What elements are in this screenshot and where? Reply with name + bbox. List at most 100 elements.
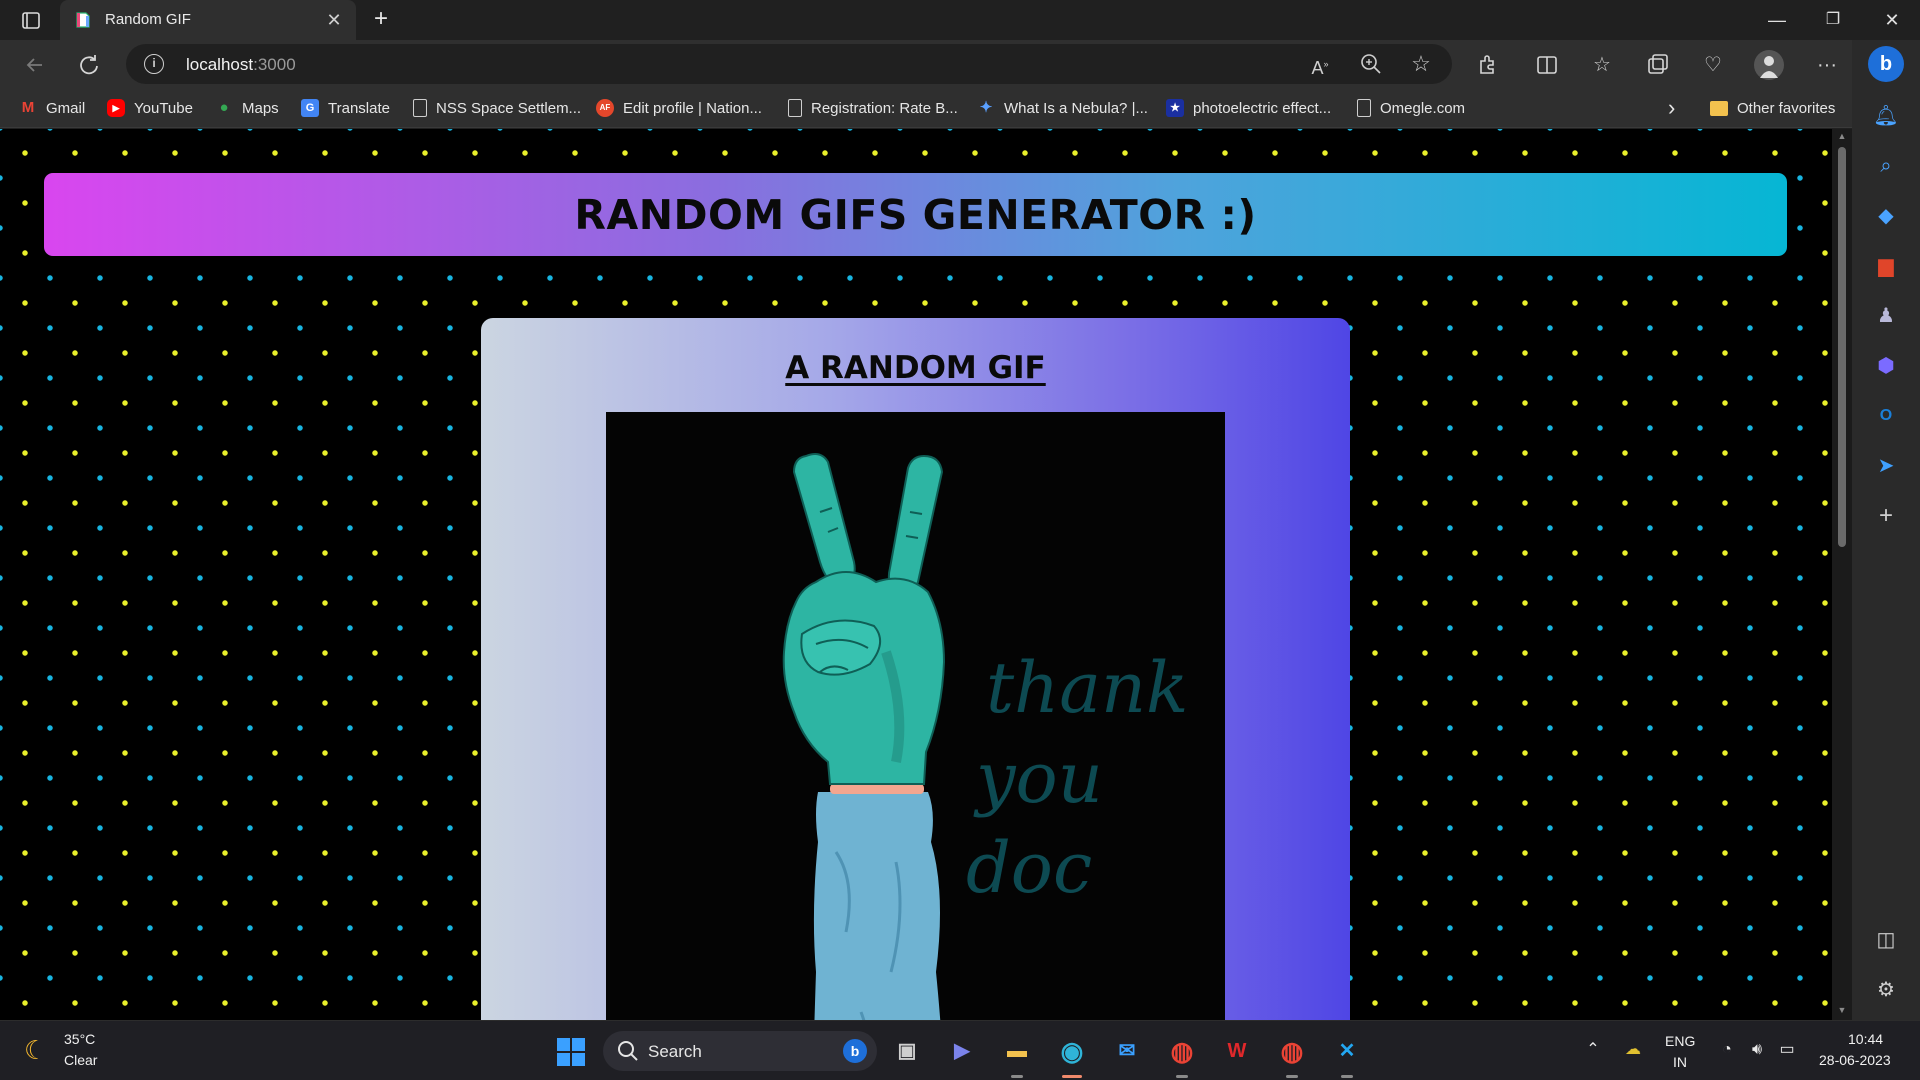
page-scrollbar[interactable]: ▲ ▼ bbox=[1832, 129, 1852, 1020]
task-view-icon[interactable]: ▣ bbox=[889, 1033, 925, 1069]
bing-copilot-icon[interactable]: b bbox=[1868, 46, 1904, 82]
taskbar-search-box[interactable]: Search b bbox=[603, 1031, 877, 1071]
chrome-profile-icon[interactable]: ◍ bbox=[1274, 1033, 1310, 1069]
new-tab-button[interactable]: + bbox=[366, 6, 396, 34]
wps-office-icon[interactable]: W bbox=[1219, 1033, 1255, 1069]
shopping-tag-icon[interactable]: ◆ bbox=[1872, 202, 1900, 230]
clock-date[interactable]: 28-06-2023 bbox=[1819, 1052, 1891, 1068]
restore-button[interactable]: ❐ bbox=[1805, 0, 1861, 40]
favorite-edit-profile[interactable]: AF Edit profile | Nation... bbox=[596, 97, 762, 119]
outlook-icon[interactable]: O bbox=[1872, 402, 1900, 430]
page-header-banner: RANDOM GIFS GENERATOR :) bbox=[44, 173, 1787, 256]
running-indicator bbox=[1011, 1075, 1023, 1078]
mail-icon[interactable]: ✉ bbox=[1109, 1033, 1145, 1069]
scroll-up-arrow-icon[interactable]: ▲ bbox=[1836, 131, 1848, 141]
favorite-omegle[interactable]: Omegle.com bbox=[1357, 97, 1465, 119]
search-label: Search bbox=[648, 1042, 702, 1061]
favorite-nebula[interactable]: ✦ What Is a Nebula? |... bbox=[977, 97, 1148, 119]
url-host: localhost bbox=[186, 55, 254, 74]
clock-time[interactable]: 10:44 bbox=[1848, 1031, 1883, 1047]
drop-send-icon[interactable]: ➤ bbox=[1872, 452, 1900, 480]
scroll-down-arrow-icon[interactable]: ▼ bbox=[1836, 1005, 1848, 1015]
volume-icon[interactable]: 🔊︎ bbox=[1746, 1039, 1768, 1061]
favorite-label: Translate bbox=[328, 99, 390, 117]
notifications-bell-icon[interactable]: 🔔︎ bbox=[1872, 102, 1900, 130]
back-arrow-icon[interactable] bbox=[20, 50, 50, 80]
file-explorer-icon[interactable]: ▬ bbox=[999, 1033, 1035, 1069]
battery-icon[interactable]: ▭ bbox=[1776, 1039, 1798, 1061]
settings-more-icon[interactable]: ··· bbox=[1812, 50, 1842, 80]
gif-text-thank: thank bbox=[986, 647, 1188, 729]
tools-briefcase-icon[interactable]: ▆ bbox=[1872, 252, 1900, 280]
palm-shape bbox=[782, 571, 946, 785]
scroll-thumb[interactable] bbox=[1838, 147, 1846, 547]
close-window-button[interactable]: ✕ bbox=[1864, 0, 1920, 40]
moon-weather-icon[interactable]: ☾ bbox=[24, 1035, 54, 1065]
read-aloud-icon[interactable]: A» bbox=[1306, 50, 1334, 78]
region-indicator[interactable]: IN bbox=[1673, 1054, 1687, 1070]
favorite-youtube[interactable]: ▶ YouTube bbox=[107, 97, 193, 119]
favorite-photoelectric[interactable]: ★ photoelectric effect... bbox=[1166, 97, 1331, 119]
favorite-registration[interactable]: Registration: Rate B... bbox=[788, 97, 958, 119]
af-icon: AF bbox=[596, 99, 614, 117]
windows-taskbar: ☾ 35°C Clear Search b ▣ ▶ ▬ ◉ ✉ ◍ W ◍ ✕ … bbox=[0, 1020, 1920, 1080]
wifi-icon[interactable]: ◔ bbox=[1716, 1039, 1738, 1061]
vscode-icon[interactable]: ✕ bbox=[1329, 1033, 1365, 1069]
split-screen-icon[interactable] bbox=[1532, 50, 1562, 80]
sleeve-shape bbox=[813, 792, 941, 1020]
favorite-label: Gmail bbox=[46, 99, 86, 117]
chrome-icon[interactable]: ◍ bbox=[1164, 1033, 1200, 1069]
edge-browser-icon[interactable]: ◉ bbox=[1054, 1033, 1090, 1069]
favorite-label: Registration: Rate B... bbox=[811, 99, 958, 117]
search-icon[interactable]: ⌕ bbox=[1872, 152, 1900, 180]
microsoft-365-icon[interactable]: ⬢ bbox=[1872, 352, 1900, 380]
page-icon bbox=[413, 99, 427, 117]
url-text[interactable]: localhost:3000 bbox=[186, 55, 296, 75]
favorite-nss-space[interactable]: NSS Space Settlem... bbox=[413, 97, 581, 119]
browser-essentials-icon[interactable]: ♡ bbox=[1698, 50, 1728, 80]
start-windows-icon[interactable] bbox=[555, 1036, 587, 1068]
refresh-icon[interactable] bbox=[74, 50, 104, 80]
favorite-translate[interactable]: G Translate bbox=[301, 97, 390, 119]
hide-sidebar-icon[interactable]: ◫ bbox=[1872, 926, 1900, 954]
tab-close-icon[interactable]: ✕ bbox=[322, 8, 346, 32]
tab-random-gif[interactable]: Random GIF ✕ bbox=[60, 0, 356, 40]
favorite-maps[interactable]: ● Maps bbox=[215, 97, 278, 119]
other-favorites-folder[interactable]: Other favorites bbox=[1710, 97, 1835, 119]
language-indicator[interactable]: ENG bbox=[1665, 1033, 1695, 1049]
running-indicator bbox=[1286, 1075, 1298, 1078]
minimize-button[interactable]: — bbox=[1749, 0, 1805, 40]
favorite-label: NSS Space Settlem... bbox=[436, 99, 582, 117]
page-icon bbox=[788, 99, 802, 117]
tab-actions-button[interactable] bbox=[12, 6, 48, 34]
onedrive-warning-icon[interactable]: ☁ bbox=[1622, 1039, 1644, 1061]
favorite-gmail[interactable]: M Gmail bbox=[19, 97, 85, 119]
add-sidebar-app-icon[interactable]: + bbox=[1872, 502, 1900, 530]
extensions-icon[interactable] bbox=[1472, 50, 1502, 80]
sidebar-settings-gear-icon[interactable]: ⚙ bbox=[1872, 976, 1900, 1004]
url-port: :3000 bbox=[253, 55, 296, 74]
tab-strip: Random GIF ✕ + — ❐ ✕ bbox=[0, 0, 1920, 40]
site-info-icon[interactable]: i bbox=[144, 54, 164, 74]
teams-chat-icon[interactable]: ▶ bbox=[944, 1033, 980, 1069]
gmail-icon: M bbox=[21, 99, 35, 116]
middle-finger bbox=[887, 454, 944, 595]
running-indicator bbox=[1176, 1075, 1188, 1078]
gif-text-doc: doc bbox=[966, 827, 1092, 909]
weather-condition[interactable]: Clear bbox=[64, 1052, 97, 1068]
favorites-overflow-chevron-icon[interactable]: › bbox=[1668, 95, 1675, 120]
favorite-star-icon[interactable]: ☆ bbox=[1407, 50, 1435, 78]
zoom-icon[interactable] bbox=[1357, 50, 1385, 78]
gif-text-you: you bbox=[973, 737, 1103, 819]
address-bar[interactable]: i localhost:3000 A» ☆ bbox=[126, 44, 1452, 84]
peace-hand-illustration: thank you doc bbox=[782, 453, 1188, 1020]
page-icon bbox=[1357, 99, 1371, 117]
tab-actions-icon bbox=[22, 12, 40, 29]
weather-temperature[interactable]: 35°C bbox=[64, 1031, 95, 1047]
show-hidden-icons-chevron-icon[interactable]: ⌃ bbox=[1582, 1039, 1604, 1061]
games-icon[interactable]: ♟ bbox=[1872, 302, 1900, 330]
profile-avatar[interactable] bbox=[1754, 50, 1784, 80]
collections-icon[interactable] bbox=[1643, 50, 1673, 80]
cuff-shape bbox=[830, 784, 924, 794]
favorites-icon[interactable]: ☆ bbox=[1587, 50, 1617, 80]
